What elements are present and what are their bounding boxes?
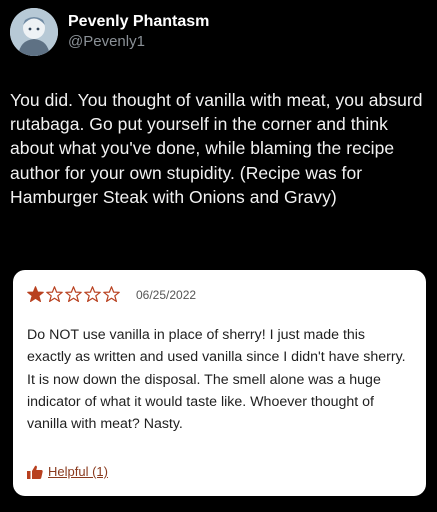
tweet-header: Pevenly Phantasm @Pevenly1 [10, 8, 209, 56]
avatar[interactable] [10, 8, 58, 56]
author-names: Pevenly Phantasm @Pevenly1 [68, 12, 209, 52]
review-body: Do NOT use vanilla in place of sherry! I… [27, 327, 406, 433]
tweet: Pevenly Phantasm @Pevenly1 You did. You … [0, 0, 437, 512]
tweet-text: You did. You thought of vanilla with mea… [10, 90, 423, 207]
review-card: 06/25/2022 Do NOT use vanilla in place o… [13, 270, 426, 496]
author-display-name[interactable]: Pevenly Phantasm [68, 12, 209, 32]
star-empty-icon [84, 286, 101, 302]
star-empty-icon [46, 286, 63, 302]
helpful-button[interactable]: Helpful (1) [27, 464, 108, 479]
star-filled-icon [27, 286, 44, 302]
review-header: 06/25/2022 [27, 286, 196, 303]
avatar-image-icon [10, 8, 58, 56]
thumbs-up-icon [27, 465, 43, 479]
star-rating [27, 286, 122, 303]
review-date: 06/25/2022 [136, 287, 197, 302]
author-handle[interactable]: @Pevenly1 [68, 32, 209, 52]
star-empty-icon [103, 286, 120, 302]
star-empty-icon [65, 286, 82, 302]
helpful-label[interactable]: Helpful (1) [48, 464, 108, 479]
